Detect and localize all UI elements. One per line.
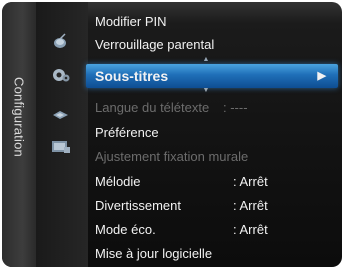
menu-item-label: Mise à jour logicielle xyxy=(95,246,213,261)
menu-item-value: : Arrêt xyxy=(233,222,268,237)
menu-item-verrouillage-parental[interactable]: Verrouillage parental xyxy=(88,34,342,56)
antenna-icon[interactable] xyxy=(50,32,72,50)
menu-item-mise-a-jour-logicielle[interactable]: Mise à jour logicielle xyxy=(88,243,342,265)
menu-item-melodie[interactable]: Mélodie : Arrêt xyxy=(88,171,342,193)
menu-item-value: : Arrêt xyxy=(233,174,268,189)
icon-column xyxy=(36,2,88,267)
menu-item-divertissement[interactable]: Divertissement : Arrêt xyxy=(88,195,342,217)
menu-item-label: Divertissement xyxy=(95,198,181,213)
menu-item-mode-eco[interactable]: Mode éco. : Arrêt xyxy=(88,219,342,241)
menu-item-ajustement-fixation-murale: Ajustement fixation murale xyxy=(88,146,342,168)
settings-gear-icon[interactable] xyxy=(50,66,72,84)
sidebar-title: Configuration xyxy=(11,77,27,157)
submenu-arrow-icon: ▶ xyxy=(317,70,326,82)
sidebar: Configuration xyxy=(2,2,36,267)
menu-item-value: : Arrêt xyxy=(233,198,268,213)
menu-item-label: Langue du télétexte xyxy=(95,100,210,115)
menu-item-label: Mode éco. xyxy=(95,222,156,237)
menu-item-value: : ---- xyxy=(223,100,248,115)
menu-item-label: Modifier PIN xyxy=(95,14,167,29)
menu-item-langue-teletexte: Langue du télétexte : ---- xyxy=(88,97,342,119)
menu-item-label: Préférence xyxy=(95,125,159,140)
menu-item-sous-titres[interactable]: Sous-titres ▶ xyxy=(86,64,338,88)
satellite-icon[interactable] xyxy=(50,106,72,124)
menu-item-modifier-pin[interactable]: Modifier PIN xyxy=(88,11,342,33)
osd-menu: Configuration Modifier PIN Verrouillage … xyxy=(2,2,342,267)
menu-item-label: Ajustement fixation murale xyxy=(95,149,249,164)
menu-item-label: Sous-titres xyxy=(95,68,169,84)
scroll-up-indicator: ▲ xyxy=(202,56,210,63)
settings-menu-list: Modifier PIN Verrouillage parental ▲ Sou… xyxy=(86,2,342,267)
menu-item-label: Verrouillage parental xyxy=(95,37,215,52)
menu-item-label: Mélodie xyxy=(95,174,141,189)
menu-item-preference[interactable]: Préférence xyxy=(88,122,342,144)
input-icon[interactable] xyxy=(50,138,72,156)
scroll-down-indicator: ▼ xyxy=(202,87,210,94)
